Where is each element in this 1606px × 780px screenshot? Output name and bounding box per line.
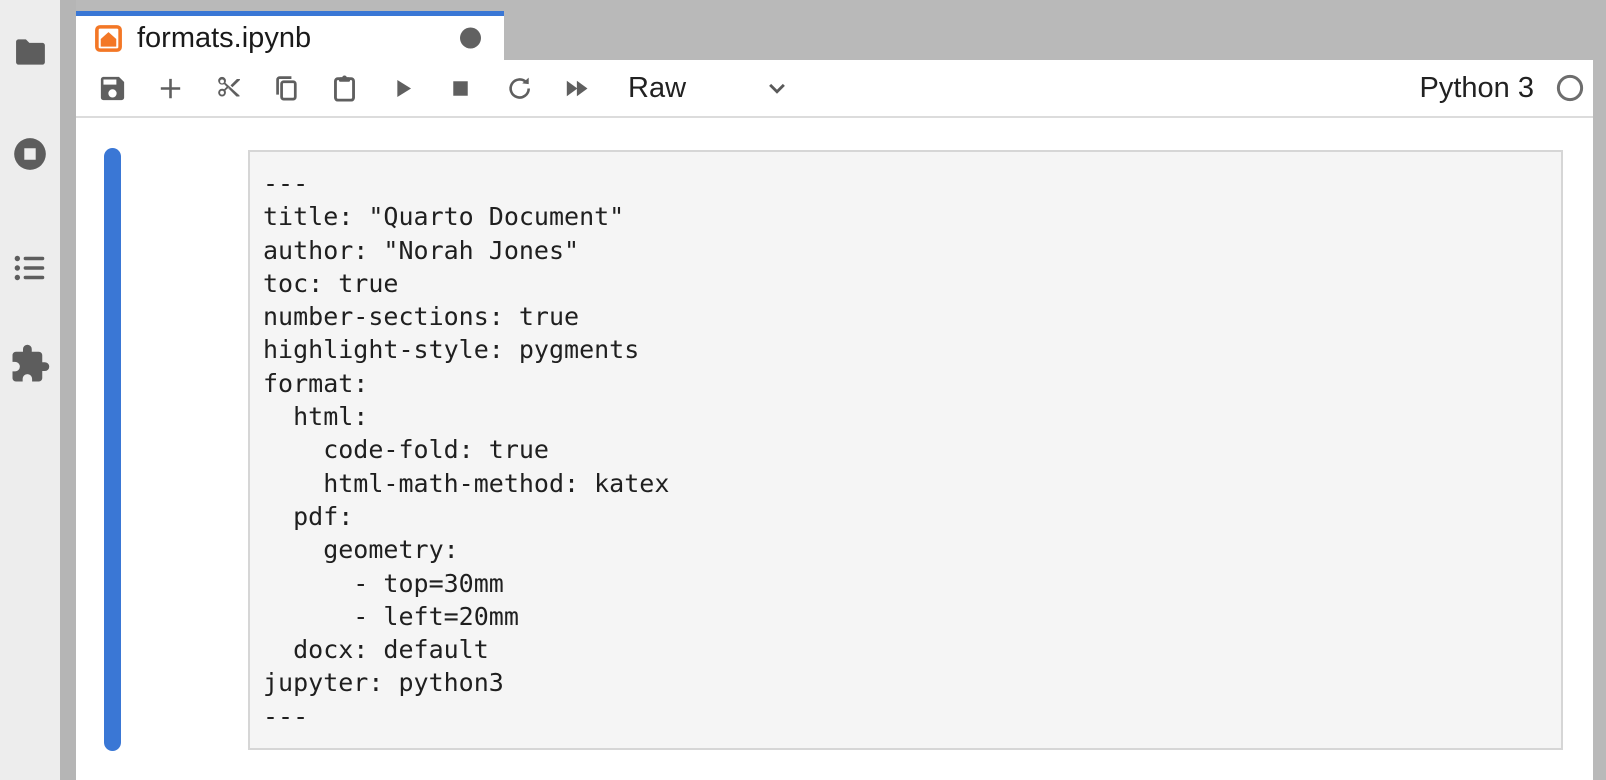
active-cell-collapser[interactable] — [104, 148, 121, 751]
kernel-name[interactable]: Python 3 — [1420, 72, 1534, 105]
run-icon — [387, 73, 418, 104]
raw-cell-editor[interactable]: --- title: "Quarto Document" author: "No… — [248, 150, 1563, 750]
code-line: author: "Norah Jones" — [263, 234, 1561, 267]
code-line: - left=20mm — [263, 600, 1561, 633]
code-line: format: — [263, 367, 1561, 400]
code-line: highlight-style: pygments — [263, 333, 1561, 366]
tab-dirty-indicator[interactable] — [460, 28, 481, 49]
code-line: number-sections: true — [263, 300, 1561, 333]
folder-icon[interactable] — [11, 33, 49, 71]
code-line: docx: default — [263, 633, 1561, 666]
dock-gutter — [60, 0, 76, 780]
copy-cell-button[interactable] — [264, 66, 308, 110]
restart-icon — [503, 73, 534, 104]
tab-bar: formats.ipynb — [76, 0, 1606, 60]
notebook-toolbar: Raw Python 3 — [76, 60, 1593, 118]
insert-cell-button[interactable] — [148, 66, 192, 110]
stop-icon — [445, 73, 476, 104]
paste-cell-button[interactable] — [322, 66, 366, 110]
cell-type-selected: Raw — [628, 72, 686, 105]
puzzle-icon[interactable] — [9, 343, 51, 385]
toc-icon[interactable] — [11, 249, 49, 287]
left-activity-bar — [0, 0, 60, 780]
main-dock-panel: formats.ipynb — [76, 0, 1606, 780]
tab-formats-ipynb[interactable]: formats.ipynb — [76, 11, 504, 60]
code-line: toc: true — [263, 267, 1561, 300]
kernel-status-icon[interactable] — [1555, 73, 1585, 103]
cut-cell-button[interactable] — [206, 66, 250, 110]
save-button[interactable] — [90, 66, 134, 110]
notebook-content: --- title: "Quarto Document" author: "No… — [76, 120, 1593, 780]
restart-run-all-button[interactable] — [554, 66, 598, 110]
code-line: html-math-method: katex — [263, 467, 1561, 500]
code-line: title: "Quarto Document" — [263, 200, 1561, 233]
code-line: - top=30mm — [263, 567, 1561, 600]
save-icon — [97, 73, 128, 104]
chevron-down-icon — [762, 73, 792, 103]
dock-right-strip — [1593, 0, 1606, 780]
paste-icon — [329, 73, 360, 104]
code-line: --- — [263, 700, 1561, 733]
notebook-icon — [93, 23, 124, 54]
interrupt-kernel-button[interactable] — [438, 66, 482, 110]
code-line: geometry: — [263, 533, 1561, 566]
code-line: pdf: — [263, 500, 1561, 533]
jupyterlab-window: formats.ipynb — [0, 0, 1606, 780]
run-cell-button[interactable] — [380, 66, 424, 110]
code-line: --- — [263, 167, 1561, 200]
code-line: code-fold: true — [263, 433, 1561, 466]
plus-icon — [155, 73, 186, 104]
fast-forward-icon — [561, 73, 592, 104]
running-icon[interactable] — [11, 135, 49, 173]
code-line: html: — [263, 400, 1561, 433]
tab-title: formats.ipynb — [137, 22, 311, 55]
restart-kernel-button[interactable] — [496, 66, 540, 110]
cut-icon — [213, 73, 244, 104]
copy-icon — [271, 73, 302, 104]
code-line: jupyter: python3 — [263, 666, 1561, 699]
kernel-area: Python 3 — [1420, 72, 1585, 105]
cell-type-dropdown[interactable]: Raw — [624, 66, 796, 110]
